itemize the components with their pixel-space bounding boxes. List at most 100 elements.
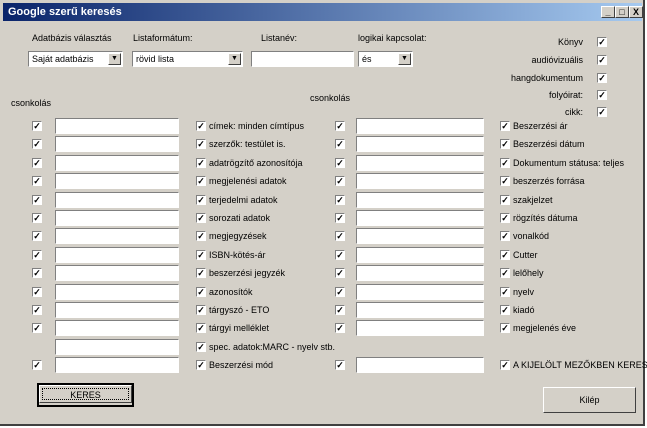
search-term-input-right[interactable] — [356, 265, 484, 281]
field-checkbox-right[interactable]: ✓ — [500, 305, 510, 315]
search-term-input-left[interactable] — [55, 118, 179, 134]
field-checkbox-left[interactable]: ✓ — [196, 250, 206, 260]
truncate-checkbox-left[interactable]: ✓ — [32, 213, 42, 223]
field-checkbox-right[interactable]: ✓ — [500, 250, 510, 260]
dropdown-arrow-icon[interactable]: ▼ — [108, 53, 121, 65]
field-checkbox-left[interactable]: ✓ — [196, 305, 206, 315]
field-checkbox-left[interactable]: ✓ — [196, 139, 206, 149]
truncate-checkbox-right[interactable]: ✓ — [335, 213, 345, 223]
doctype-checkbox[interactable]: ✓ — [597, 37, 607, 47]
truncate-checkbox-left[interactable]: ✓ — [32, 231, 42, 241]
doctype-checkbox[interactable]: ✓ — [597, 107, 607, 117]
search-term-input-right[interactable] — [356, 302, 484, 318]
truncate-checkbox-right[interactable]: ✓ — [335, 231, 345, 241]
search-button[interactable]: KERES — [37, 383, 134, 407]
field-checkbox-left[interactable]: ✓ — [196, 360, 206, 370]
search-term-input-left[interactable] — [55, 357, 179, 373]
truncate-checkbox-left[interactable]: ✓ — [32, 268, 42, 278]
field-checkbox-left[interactable]: ✓ — [196, 342, 206, 352]
database-value: Saját adatbázis — [32, 54, 94, 64]
search-term-input-left[interactable] — [55, 210, 179, 226]
field-checkbox-left[interactable]: ✓ — [196, 121, 206, 131]
search-term-input-left[interactable] — [55, 284, 179, 300]
truncate-checkbox-left[interactable]: ✓ — [32, 323, 42, 333]
field-checkbox-left[interactable]: ✓ — [196, 231, 206, 241]
truncate-checkbox-left[interactable]: ✓ — [32, 287, 42, 297]
field-checkbox-left[interactable]: ✓ — [196, 158, 206, 168]
truncate-checkbox-right[interactable]: ✓ — [335, 360, 345, 370]
search-term-input-right[interactable] — [356, 210, 484, 226]
search-term-input-left[interactable] — [55, 173, 179, 189]
truncate-checkbox-left[interactable]: ✓ — [32, 360, 42, 370]
field-checkbox-left[interactable]: ✓ — [196, 287, 206, 297]
maximize-button[interactable]: □ — [615, 6, 629, 18]
field-checkbox-left[interactable]: ✓ — [196, 176, 206, 186]
truncate-checkbox-left[interactable]: ✓ — [32, 139, 42, 149]
field-checkbox-right[interactable]: ✓ — [500, 176, 510, 186]
truncate-checkbox-right[interactable]: ✓ — [335, 158, 345, 168]
field-label-right: lelőhely — [513, 268, 544, 278]
truncate-checkbox-right[interactable]: ✓ — [335, 121, 345, 131]
search-term-input-left[interactable] — [55, 339, 179, 355]
search-term-input-left[interactable] — [55, 265, 179, 281]
field-label-left: terjedelmi adatok — [209, 195, 278, 205]
search-term-input-right[interactable] — [356, 228, 484, 244]
search-term-input-right[interactable] — [356, 247, 484, 263]
field-checkbox-left[interactable]: ✓ — [196, 213, 206, 223]
truncate-checkbox-right[interactable]: ✓ — [335, 250, 345, 260]
truncate-checkbox-right[interactable]: ✓ — [335, 176, 345, 186]
field-checkbox-left[interactable]: ✓ — [196, 195, 206, 205]
search-term-input-right[interactable] — [356, 118, 484, 134]
field-checkbox-right[interactable]: ✓ — [500, 213, 510, 223]
dropdown-arrow-icon[interactable]: ▼ — [398, 53, 411, 65]
close-button[interactable]: X — [629, 6, 643, 18]
exit-button[interactable]: Kilép — [543, 387, 636, 413]
doctype-checkbox[interactable]: ✓ — [597, 90, 607, 100]
format-select[interactable]: rövid lista ▼ — [132, 51, 243, 67]
truncate-checkbox-right[interactable]: ✓ — [335, 268, 345, 278]
field-checkbox-left[interactable]: ✓ — [196, 268, 206, 278]
truncate-checkbox-right[interactable]: ✓ — [335, 305, 345, 315]
truncate-checkbox-left[interactable]: ✓ — [32, 195, 42, 205]
marked-only-checkbox[interactable]: ✓ — [500, 360, 510, 370]
truncate-checkbox-right[interactable]: ✓ — [335, 139, 345, 149]
truncate-checkbox-right[interactable]: ✓ — [335, 287, 345, 297]
truncate-checkbox-left[interactable]: ✓ — [32, 158, 42, 168]
search-term-input-left[interactable] — [55, 302, 179, 318]
search-term-input-left[interactable] — [55, 192, 179, 208]
logic-select[interactable]: és ▼ — [358, 51, 413, 67]
search-term-input-right[interactable] — [356, 320, 484, 336]
field-checkbox-right[interactable]: ✓ — [500, 139, 510, 149]
search-term-input-right[interactable] — [356, 173, 484, 189]
listname-input[interactable] — [251, 51, 354, 67]
doctype-checkbox[interactable]: ✓ — [597, 55, 607, 65]
truncate-checkbox-left[interactable]: ✓ — [32, 305, 42, 315]
field-checkbox-right[interactable]: ✓ — [500, 323, 510, 333]
minimize-button[interactable]: _ — [601, 6, 615, 18]
search-term-input-left[interactable] — [55, 155, 179, 171]
truncate-checkbox-left[interactable]: ✓ — [32, 250, 42, 260]
field-checkbox-right[interactable]: ✓ — [500, 195, 510, 205]
truncate-checkbox-left[interactable]: ✓ — [32, 121, 42, 131]
field-checkbox-left[interactable]: ✓ — [196, 323, 206, 333]
database-select[interactable]: Saját adatbázis ▼ — [28, 51, 123, 67]
search-term-input-left[interactable] — [55, 228, 179, 244]
field-checkbox-right[interactable]: ✓ — [500, 268, 510, 278]
field-checkbox-right[interactable]: ✓ — [500, 158, 510, 168]
field-checkbox-right[interactable]: ✓ — [500, 231, 510, 241]
dropdown-arrow-icon[interactable]: ▼ — [228, 53, 241, 65]
search-term-input-right[interactable] — [356, 192, 484, 208]
search-term-input-right[interactable] — [356, 357, 484, 373]
field-checkbox-right[interactable]: ✓ — [500, 121, 510, 131]
doctype-checkbox[interactable]: ✓ — [597, 73, 607, 83]
search-term-input-left[interactable] — [55, 247, 179, 263]
search-term-input-right[interactable] — [356, 136, 484, 152]
truncate-checkbox-left[interactable]: ✓ — [32, 176, 42, 186]
search-term-input-left[interactable] — [55, 136, 179, 152]
field-checkbox-right[interactable]: ✓ — [500, 287, 510, 297]
search-term-input-right[interactable] — [356, 284, 484, 300]
search-term-input-right[interactable] — [356, 155, 484, 171]
truncate-checkbox-right[interactable]: ✓ — [335, 323, 345, 333]
truncate-checkbox-right[interactable]: ✓ — [335, 195, 345, 205]
search-term-input-left[interactable] — [55, 320, 179, 336]
